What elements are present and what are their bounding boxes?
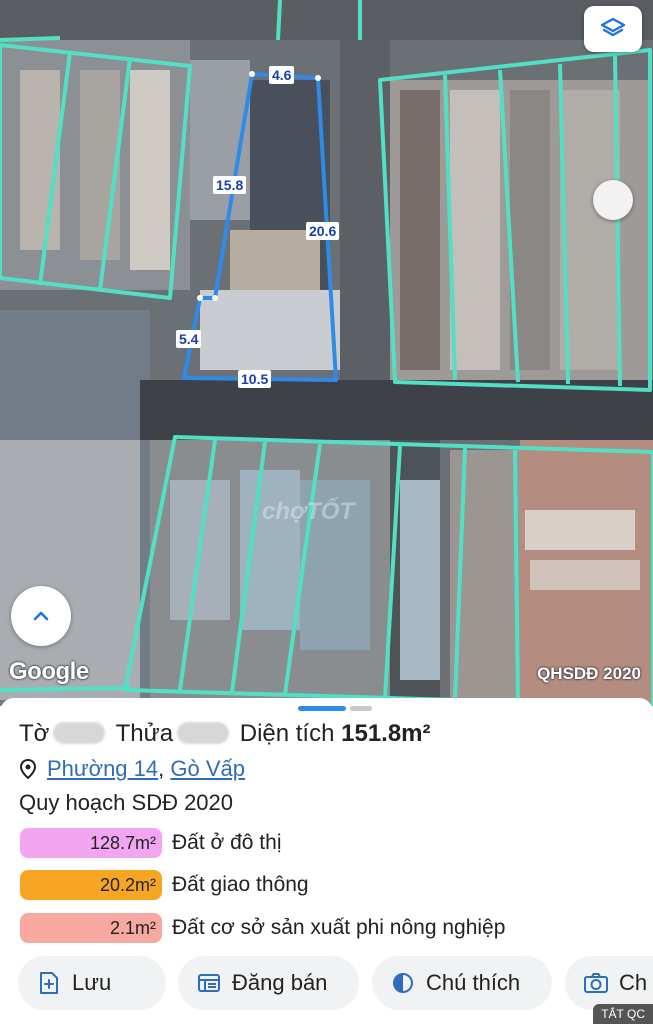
legend-label: Đất cơ sở sản xuất phi nông nghiệp [172,916,506,939]
chevron-up-icon [33,611,49,621]
photo-button[interactable]: Ch [565,956,653,1010]
address-separator: , [158,756,165,781]
ward-link[interactable]: Phường 14 [47,756,158,782]
action-bar: Lưu Đăng bán Chú thích Ch [18,956,653,1012]
save-button-label: Lưu [72,970,112,995]
expand-sheet-button[interactable] [11,586,71,646]
legend-row-non-agricultural-production: 2.1m² Đất cơ sở sản xuất phi nông nghiệp [20,913,505,943]
legend-button[interactable]: Chú thích [372,956,552,1010]
plus-square-icon [36,970,62,996]
post-for-sale-label: Đăng bán [232,970,328,995]
disable-ads-button[interactable]: TẮT QC [593,1004,653,1024]
segment-label-notch: 5.4 [176,330,202,348]
area-value: 151.8m² [341,720,431,747]
listing-icon [196,970,222,996]
address-line: Phường 14, Gò Vấp [19,756,245,782]
segment-label-bottom: 10.5 [238,370,272,388]
half-circle-icon [390,970,416,996]
segment-label-top: 4.6 [269,66,295,84]
layers-button[interactable] [584,6,642,52]
satellite-imagery [0,0,653,706]
save-button[interactable]: Lưu [18,956,166,1010]
area-label: Diện tích [239,720,335,747]
page-indicator [350,706,372,711]
page-indicator-active [298,706,346,711]
parcel-info-sheet: Tờ Thửa Diện tích 151.8m² Phường 14, Gò … [0,698,653,1024]
post-for-sale-button[interactable]: Đăng bán [178,956,359,1010]
sheet-drag-handle[interactable] [298,706,372,711]
zoning-plan-title: Quy hoạch SDĐ 2020 [19,790,234,815]
legend-swatch: 20.2m² [20,870,162,900]
legend-swatch: 128.7m² [20,828,162,858]
segment-label-right: 20.6 [306,222,340,240]
parcel-number-label: Thửa [115,720,174,747]
legend-label: Đất giao thông [172,873,309,896]
watermark-text: chợTỐT [262,498,355,525]
legend-swatch: 2.1m² [20,913,162,943]
redacted-parcel-number [177,722,230,744]
district-link[interactable]: Gò Vấp [170,756,245,782]
legend-row-urban-residential: 128.7m² Đất ở đô thị [20,828,282,858]
satellite-map[interactable]: chợTỐT 4.6 15.8 20.6 5.4 10.5 Google QHS… [0,0,653,706]
layers-icon [600,17,626,37]
google-logo: Google [9,658,89,685]
segment-label-left: 15.8 [213,176,247,194]
sheet-number-label: Tờ [19,720,50,747]
redacted-sheet-number [53,722,106,744]
legend-label: Đất ở đô thị [172,831,282,854]
camera-icon [583,970,609,996]
opacity-slider-handle[interactable] [593,180,633,220]
legend-row-transport: 20.2m² Đất giao thông [20,870,309,900]
legend-button-label: Chú thích [426,970,521,995]
map-layer-tag: QHSDĐ 2020 [537,664,641,683]
location-pin-icon [19,759,37,779]
photo-button-label: Ch [619,970,648,995]
parcel-title: Tờ Thửa Diện tích 151.8m² [19,720,431,748]
